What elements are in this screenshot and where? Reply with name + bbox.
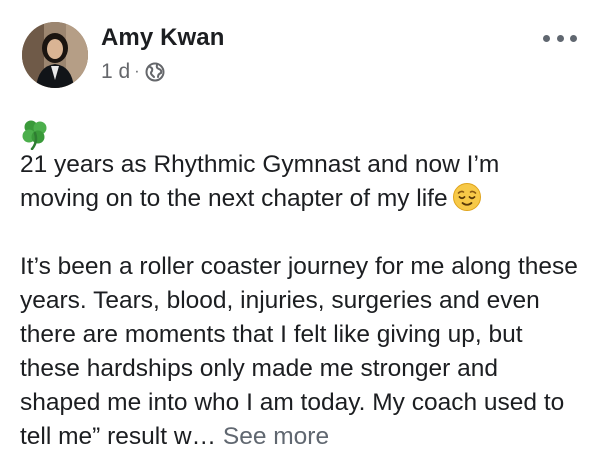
more-options-icon[interactable] (543, 28, 577, 48)
more-dot (543, 34, 550, 42)
post-paragraph-text: It’s been a roller coaster journey for m… (20, 253, 578, 450)
post-paragraph: 21 years as Rhythmic Gymnast and now I’m… (20, 148, 585, 216)
author-name[interactable]: Amy Kwan (101, 24, 225, 52)
see-more-link[interactable]: See more (223, 423, 329, 450)
globe-icon[interactable] (145, 62, 165, 82)
meta-separator: · (134, 63, 140, 80)
more-dot (556, 34, 564, 42)
post-paragraph-text: 21 years as Rhythmic Gymnast and now I’m… (20, 151, 500, 212)
post-paragraph: It’s been a roller coaster journey for m… (20, 250, 585, 454)
post-body: 21 years as Rhythmic Gymnast and now I’m… (20, 148, 585, 454)
relieved-face-icon (452, 182, 482, 212)
avatar[interactable] (22, 22, 88, 88)
post-meta: 1 d · (101, 60, 165, 84)
post-card: Amy Kwan 1 d · 21 years as Rhythmic Gymn… (0, 0, 600, 471)
timestamp[interactable]: 1 d (101, 60, 130, 84)
four-leaf-clover-icon (19, 118, 51, 151)
more-dot (570, 34, 577, 42)
